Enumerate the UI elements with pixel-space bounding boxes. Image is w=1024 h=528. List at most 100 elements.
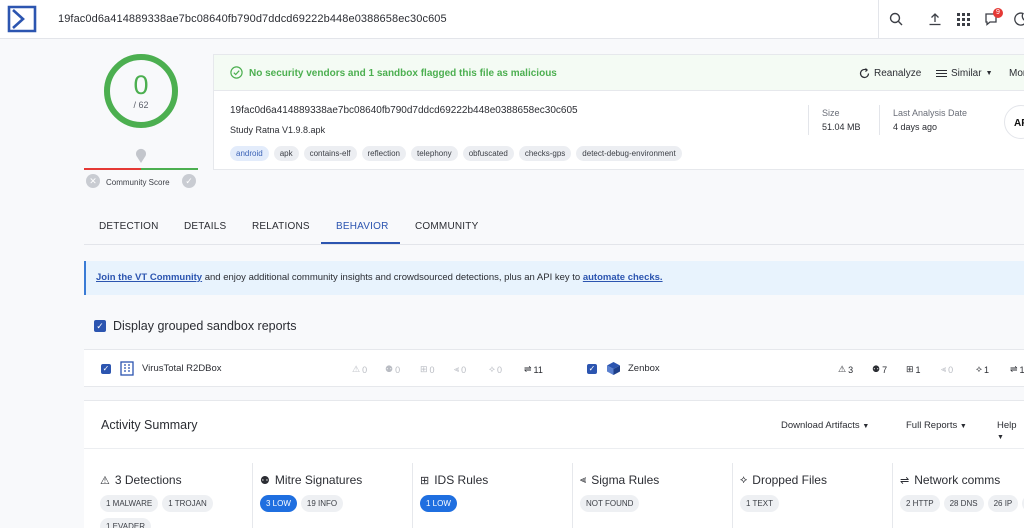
- dropped-files-summary[interactable]: ⟡ Dropped Files 1 TEXT: [732, 463, 892, 528]
- report-tabs: DETECTION DETAILS RELATIONS BEHAVIOR COM…: [84, 210, 1024, 245]
- sigma-label: Sigma Rules: [591, 473, 660, 487]
- community-banner: Join the VT Community and enjoy addition…: [84, 261, 1024, 295]
- tag[interactable]: obfuscated: [462, 146, 514, 161]
- users-icon: ⚉: [260, 474, 270, 487]
- sigma-icon: ⫷: [580, 473, 587, 486]
- process-icon: ⊞: [420, 364, 428, 374]
- divider: [84, 448, 1024, 449]
- stat-value: 3: [848, 364, 854, 375]
- chevron-down-icon: ▼: [985, 70, 993, 77]
- check-circle-icon: [230, 66, 243, 79]
- stat-value: 0: [362, 364, 368, 375]
- divider: [879, 105, 880, 135]
- size-label: Size: [822, 108, 840, 118]
- tag[interactable]: detect-debug-environment: [576, 146, 682, 161]
- verdict-bar: No security vendors and 1 sandbox flagge…: [214, 55, 1024, 91]
- chip-list: 3 LOW 19 INFO: [260, 495, 344, 512]
- sandbox-stat: ⟡ 1: [976, 364, 989, 375]
- tab-detection[interactable]: DETECTION: [99, 221, 159, 232]
- chip: 1 LOW: [420, 495, 457, 512]
- ids-icon: ⫷: [941, 364, 947, 374]
- notification-count-badge: 9: [993, 8, 1003, 18]
- sandbox-stat: ⊞ 1: [906, 364, 921, 375]
- similar-icon: [936, 70, 947, 77]
- apps-grid-icon[interactable]: [953, 9, 973, 29]
- detections-summary[interactable]: ⚠ 3 Detections 1 MALWARE 1 TROJAN 1 EVADE…: [84, 463, 252, 528]
- dropped-files-label: Dropped Files: [752, 473, 827, 487]
- join-community-link[interactable]: Join the VT Community: [96, 272, 202, 283]
- sandbox-stat: ⚉ 7: [872, 364, 887, 375]
- warning-icon: ⚠: [100, 474, 110, 487]
- stat-value: 1: [983, 364, 989, 375]
- network-icon: ⇌: [1010, 364, 1018, 374]
- stat-value: 11: [533, 364, 543, 375]
- activity-summary: Activity Summary Download Artifacts ▼ Fu…: [84, 400, 1024, 528]
- dropped-files-icon: ⟡: [740, 473, 748, 486]
- more-label: Mor: [1009, 68, 1024, 79]
- ids-title: ⊞ IDS Rules: [420, 473, 488, 487]
- network-summary[interactable]: ⇌ Network comms 2 HTTP 28 DNS 26 IP 9: [892, 463, 1024, 528]
- sandbox-stat: ⫷ 0: [454, 364, 466, 375]
- grouped-sandbox-checkbox[interactable]: ✓: [94, 320, 106, 332]
- tag[interactable]: reflection: [361, 146, 406, 161]
- tag[interactable]: contains-elf: [303, 146, 357, 161]
- vote-malicious-icon[interactable]: ✕: [86, 174, 100, 188]
- dark-mode-icon[interactable]: [1011, 9, 1024, 29]
- stat-value: 0: [496, 364, 502, 375]
- sandbox-checkbox[interactable]: ✓: [587, 364, 597, 374]
- file-hash[interactable]: 19fac0d6a414889338ae7bc08640fb790d7ddcd6…: [230, 105, 578, 116]
- tag[interactable]: telephony: [410, 146, 458, 161]
- similar-dropdown[interactable]: Similar ▼: [936, 68, 993, 79]
- sandbox-name[interactable]: Zenbox: [628, 363, 660, 374]
- grouped-sandbox-label: Display grouped sandbox reports: [113, 319, 297, 333]
- vote-harmless-icon[interactable]: ✓: [182, 174, 196, 188]
- upload-icon[interactable]: [925, 9, 945, 29]
- file-name: Study Ratna V1.9.8.apk: [230, 125, 326, 135]
- detection-score: 0 / 62 ✕ Community Score ✓: [84, 52, 198, 192]
- sigma-title: ⫷ Sigma Rules: [580, 473, 659, 487]
- search-icon[interactable]: [886, 9, 906, 29]
- file-type-badge: AP: [1004, 105, 1024, 139]
- detections-label: 3 Detections: [114, 473, 182, 487]
- search-input[interactable]: 19fac0d6a414889338ae7bc08640fb790d7ddcd6…: [58, 13, 447, 25]
- tag[interactable]: checks-gps: [518, 146, 572, 161]
- similar-label: Similar: [951, 68, 982, 79]
- network-label: Network comms: [914, 473, 1001, 487]
- users-icon: ⚉: [385, 364, 394, 374]
- tab-behavior[interactable]: BEHAVIOR: [336, 221, 389, 232]
- ids-summary[interactable]: ⊞ IDS Rules 1 LOW: [412, 463, 572, 528]
- reanalyze-label: Reanalyze: [874, 68, 922, 79]
- tag[interactable]: android: [230, 146, 269, 161]
- reanalyze-button[interactable]: Reanalyze: [859, 68, 921, 79]
- last-analysis-value: 4 days ago: [893, 122, 938, 132]
- help-menu[interactable]: Help ▼: [997, 420, 1024, 442]
- download-artifacts-menu[interactable]: Download Artifacts ▼: [781, 420, 869, 431]
- sandbox-stat: ⚠ 3: [838, 364, 853, 375]
- chip: 19 INFO: [300, 495, 344, 512]
- active-tab-indicator: [321, 242, 400, 244]
- chip-list: 2 HTTP 28 DNS 26 IP 9: [900, 495, 1024, 512]
- automate-checks-link[interactable]: automate checks.: [583, 272, 663, 283]
- users-icon: ⚉: [872, 364, 881, 374]
- stat-value: 0: [948, 364, 954, 375]
- chip-list: 1 EVADER: [100, 518, 151, 528]
- chip-list: 1 TEXT: [740, 495, 779, 512]
- sandbox-name[interactable]: VirusTotal R2DBox: [142, 363, 222, 374]
- community-score-bar: [84, 168, 198, 170]
- more-dropdown[interactable]: Mor: [1009, 68, 1024, 79]
- stat-value: 1: [915, 364, 921, 375]
- file-summary-card: No security vendors and 1 sandbox flagge…: [213, 54, 1024, 170]
- file-type-label: AP: [1014, 118, 1024, 129]
- tab-relations[interactable]: RELATIONS: [252, 221, 310, 232]
- tag[interactable]: apk: [273, 146, 299, 161]
- sigma-summary[interactable]: ⫷ Sigma Rules NOT FOUND: [572, 463, 732, 528]
- tab-details[interactable]: DETAILS: [184, 221, 226, 232]
- tab-community[interactable]: COMMUNITY: [415, 221, 478, 232]
- chip-list: NOT FOUND: [580, 495, 640, 512]
- virustotal-logo-icon[interactable]: [7, 5, 37, 33]
- sandbox-checkbox[interactable]: ✓: [101, 364, 111, 374]
- download-artifacts-label: Download Artifacts: [781, 420, 860, 431]
- sigma-icon: ⟡: [976, 364, 982, 374]
- full-reports-menu[interactable]: Full Reports ▼: [906, 420, 967, 431]
- mitre-summary[interactable]: ⚉ Mitre Signatures 3 LOW 19 INFO: [252, 463, 412, 528]
